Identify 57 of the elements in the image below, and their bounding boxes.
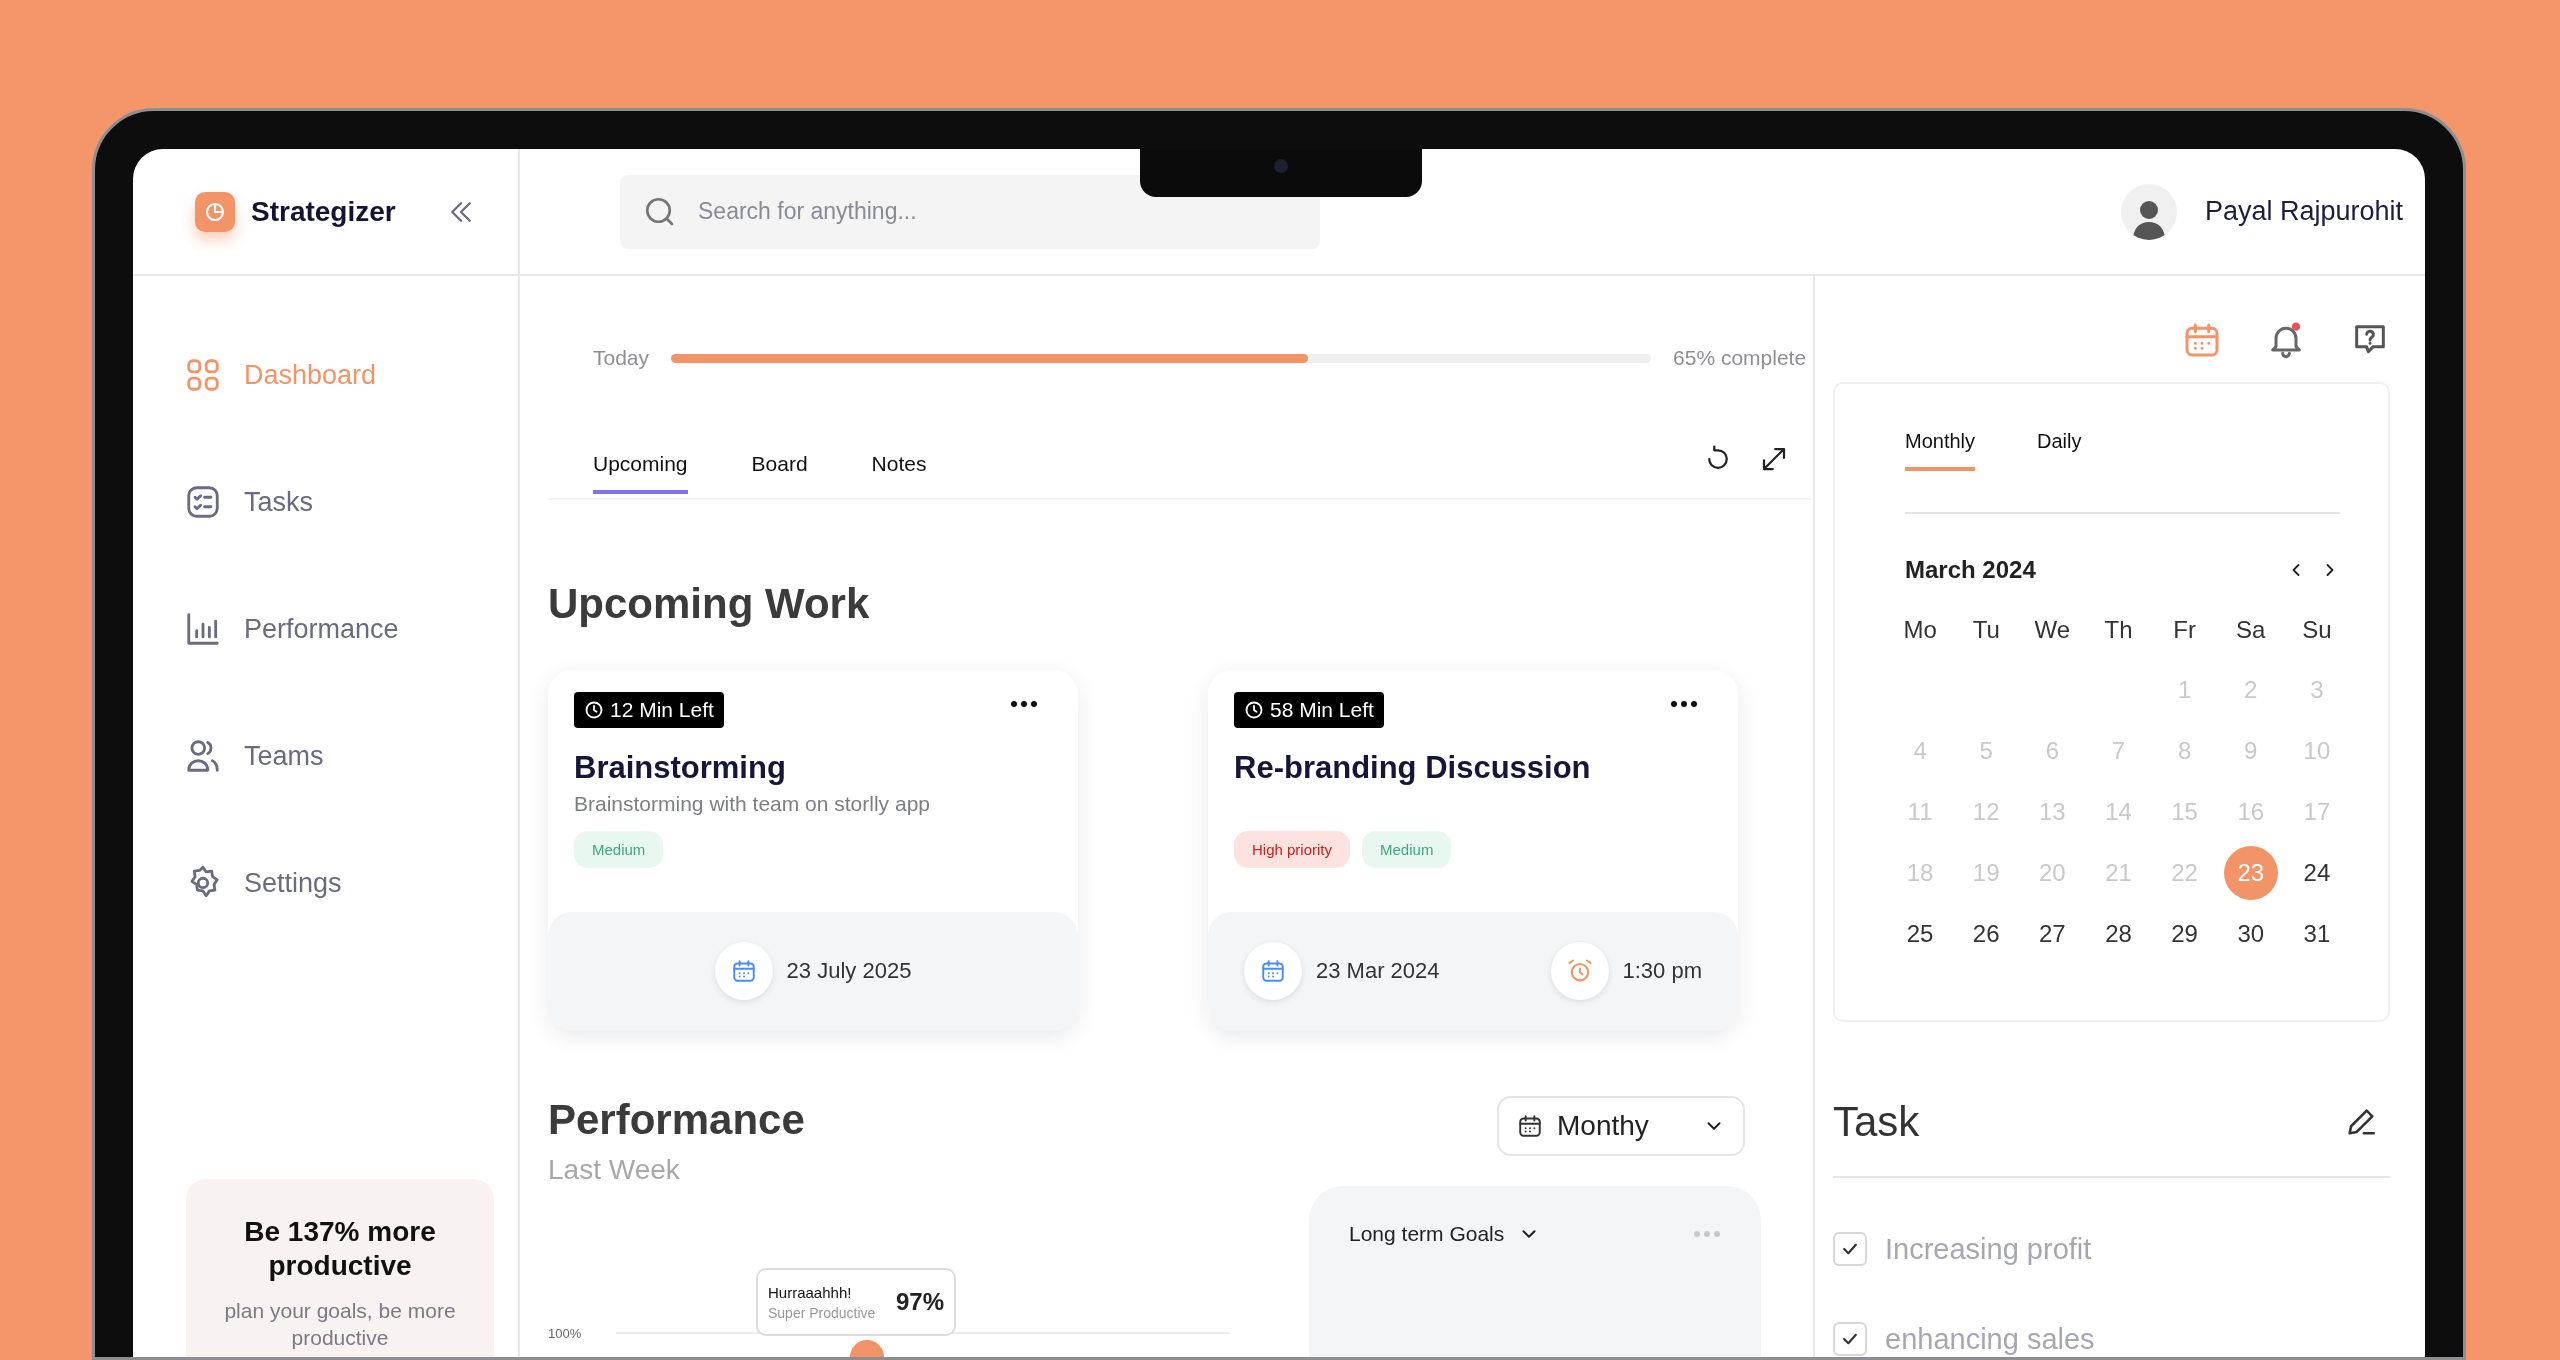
calendar-day[interactable]: 27 <box>2025 907 2080 961</box>
tab[interactable]: Notes <box>871 452 927 494</box>
nav-item[interactable]: Performance <box>184 602 518 656</box>
section-subtitle: Last Week <box>548 1154 681 1186</box>
task-label: enhancing sales <box>1885 1322 2095 1356</box>
progress-label: Today <box>593 346 650 370</box>
task-label: Increasing profit <box>1885 1232 2092 1266</box>
card-time: 1:30 pm <box>1622 958 1702 984</box>
calendar-day[interactable]: 26 <box>1959 907 2014 961</box>
card-date: 23 Mar 2024 <box>1316 958 1440 984</box>
calendar-day[interactable]: 28 <box>2091 907 2146 961</box>
weekday-label: Tu <box>1971 615 2001 645</box>
weekday-label: Th <box>2103 615 2134 645</box>
time-left-badge: 12 Min Left <box>574 692 724 728</box>
priority-tag: High priority <box>1234 831 1351 868</box>
section-title: Upcoming Work <box>548 580 871 628</box>
brand-name: Strategizer <box>251 195 396 228</box>
promo-text: plan your goals, be more productive <box>223 1298 457 1351</box>
nav-item[interactable]: Settings <box>184 856 518 910</box>
weekday-label: Fr <box>2172 615 2197 645</box>
calendar-day[interactable]: 29 <box>2157 907 2212 961</box>
goals-dropdown[interactable]: Long term Goals <box>1349 1222 1541 1246</box>
tab[interactable]: Monthly <box>1905 430 1976 471</box>
search-field[interactable]: Search for anything... <box>620 174 1320 249</box>
tooltip-subtitle: Super Productive <box>768 1304 876 1321</box>
priority-tag: Medium <box>574 831 664 868</box>
time-left-badge: 58 Min Left <box>1234 692 1384 728</box>
calendar-day[interactable]: 24 <box>2289 846 2344 900</box>
calendar-day[interactable]: 31 <box>2289 907 2344 961</box>
card-date: 23 July 2025 <box>786 958 912 984</box>
weekday-label: We <box>2033 615 2072 645</box>
card-title: Re-branding Discussion <box>1234 750 1592 786</box>
weekday-label: Sa <box>2235 615 2267 645</box>
tab[interactable]: Daily <box>2037 430 2082 471</box>
card-description: Brainstorming with team on storlly app <box>574 792 930 815</box>
nav-item[interactable]: Dashboard <box>184 348 518 402</box>
priority-tag: Medium <box>1362 831 1452 868</box>
period-dropdown[interactable]: Monthy <box>1497 1096 1745 1156</box>
tab[interactable]: Board <box>751 452 808 494</box>
card-title: Brainstorming <box>574 750 787 786</box>
weekday-label: Mo <box>1902 615 1938 645</box>
weekday-label: Su <box>2301 615 2333 645</box>
calendar-day[interactable]: 25 <box>1893 907 1948 961</box>
section-title: Performance <box>548 1096 805 1144</box>
tooltip-title: Hurraaahhh! <box>768 1283 853 1301</box>
progress-reading: 65% complete <box>1673 346 1807 370</box>
month-title: March 2024 <box>1905 556 2036 584</box>
calendar-day[interactable]: 23 <box>2223 846 2278 900</box>
calendar-day[interactable]: 30 <box>2223 907 2278 961</box>
nav-item[interactable]: Teams <box>184 729 518 783</box>
user-name: Payal Rajpurohit <box>2204 196 2403 227</box>
section-title: Task <box>1833 1098 1920 1146</box>
nav-item[interactable]: Tasks <box>184 475 518 529</box>
tab[interactable]: Upcoming <box>593 452 688 494</box>
axis-label: 100% <box>548 1326 582 1341</box>
tooltip-value: 97% <box>895 1288 944 1316</box>
promo-title: Be 137% more productive <box>243 1215 437 1283</box>
